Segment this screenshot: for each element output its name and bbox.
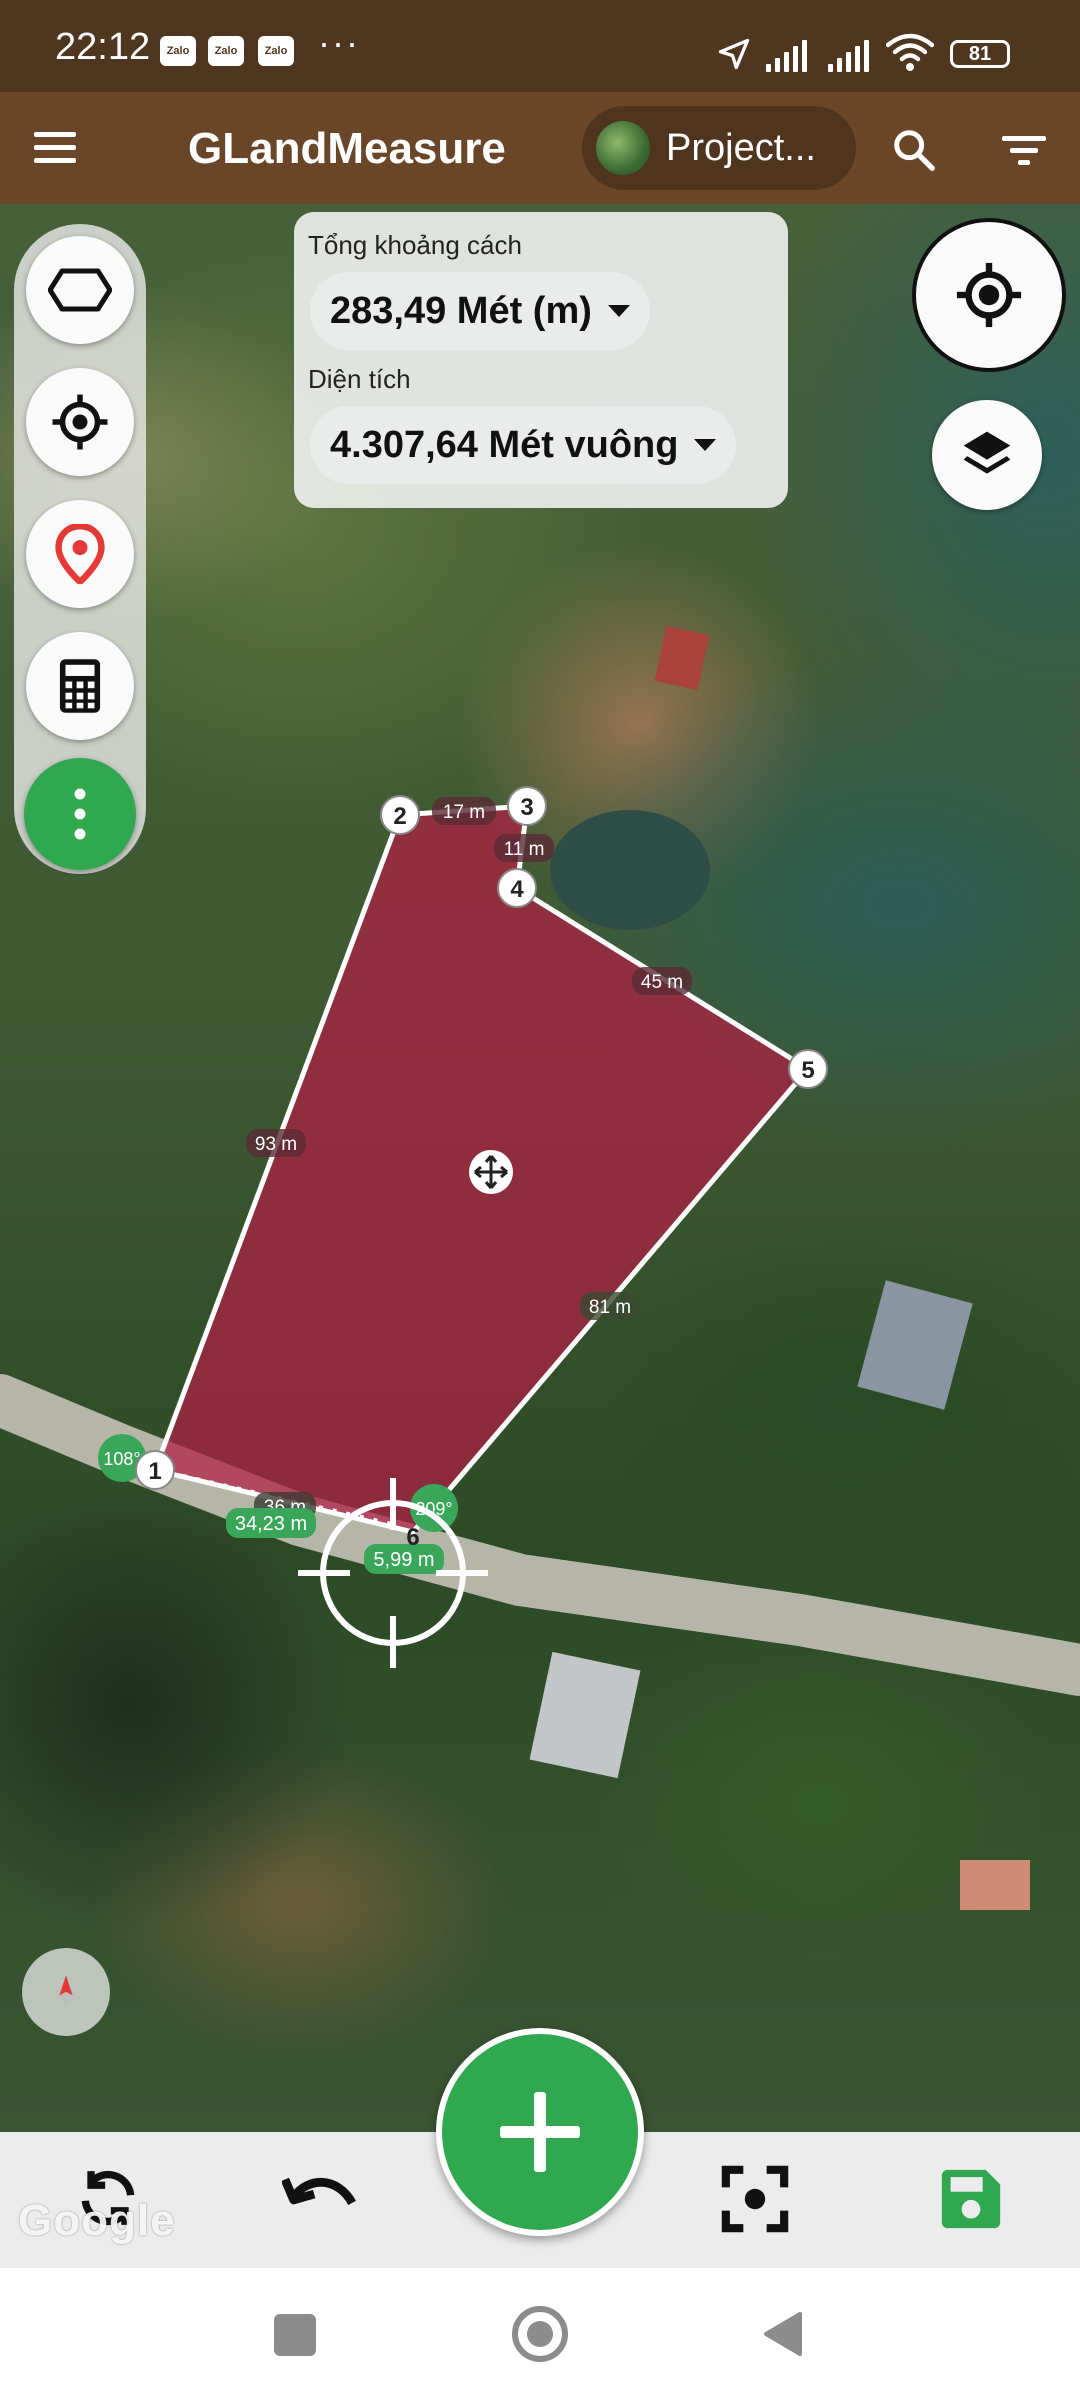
focus-icon[interactable]: [720, 2164, 790, 2234]
signal-icon: [766, 38, 816, 72]
project-thumbnail: [596, 121, 650, 175]
app-title: GLandMeasure: [188, 124, 506, 173]
home-button[interactable]: [512, 2306, 568, 2362]
pond: [550, 810, 710, 930]
calculator-button[interactable]: [26, 632, 134, 740]
area-label: Diện tích: [308, 364, 411, 394]
layers-icon: [963, 431, 1011, 474]
road: [0, 1374, 1080, 1696]
project-selector[interactable]: Project...: [582, 106, 856, 190]
system-navigation-bar: [0, 2268, 1080, 2400]
compass-button[interactable]: [22, 1948, 110, 2036]
vertex-marker[interactable]: 3: [520, 794, 533, 821]
locate-button[interactable]: [26, 368, 134, 476]
status-clock: 22:12: [55, 26, 151, 68]
edge-length-label: 17 m: [443, 802, 485, 823]
more-notifications-indicator: ···: [318, 22, 360, 63]
my-location-button[interactable]: [912, 218, 1066, 372]
edge-length-label: 11 m: [504, 839, 545, 860]
signal-icon: [828, 38, 878, 72]
chevron-down-icon: [607, 305, 630, 317]
cursor-distance-label: 5,99 m: [373, 1549, 434, 1571]
project-label: Project...: [666, 126, 816, 169]
building: [857, 1280, 973, 1410]
edge-length-label: 81 m: [589, 1297, 631, 1318]
vertex-marker[interactable]: 4: [510, 876, 524, 903]
crosshair-icon: [52, 394, 108, 450]
zalo-notification-icon: Zalo: [208, 36, 244, 66]
vertex-marker[interactable]: 2: [393, 803, 406, 830]
add-icon: [500, 2092, 580, 2172]
vertex-marker[interactable]: 1: [148, 1458, 161, 1485]
zalo-notification-icon: Zalo: [160, 36, 196, 66]
recents-button[interactable]: [274, 2314, 316, 2356]
area-value: 4.307,64 Mét vuông: [330, 423, 679, 466]
polygon-icon: [48, 268, 112, 312]
measurement-summary-card: Tổng khoảng cách 283,49 Mét (m) Diện tíc…: [294, 212, 788, 508]
status-bar: 22:12 Zalo Zalo Zalo ··· 81: [0, 0, 1080, 92]
add-marker-button[interactable]: [26, 500, 134, 608]
more-options-button[interactable]: [24, 758, 136, 870]
total-distance-value: 283,49 Mét (m): [330, 289, 592, 332]
gps-icon: [956, 262, 1022, 328]
building: [529, 1651, 641, 1779]
google-attribution: Google: [18, 2196, 176, 2245]
app-bar: GLandMeasure Project...: [0, 92, 1080, 204]
map-layers-button[interactable]: [932, 400, 1042, 510]
more-vertical-icon: [74, 788, 86, 840]
area-unit-dropdown[interactable]: 4.307,64 Mét vuông: [310, 406, 737, 484]
add-point-button[interactable]: [436, 2028, 644, 2236]
wifi-icon: [886, 33, 934, 71]
chevron-down-icon: [694, 439, 717, 451]
menu-icon[interactable]: [32, 128, 78, 168]
vertex-marker[interactable]: 6: [406, 1524, 419, 1551]
building: [654, 626, 710, 690]
calculator-icon: [59, 659, 101, 713]
location-arrow-icon: [718, 38, 750, 70]
save-icon[interactable]: [936, 2164, 1006, 2234]
search-icon[interactable]: [890, 126, 936, 172]
zalo-notification-icon: Zalo: [258, 36, 294, 66]
move-handle-icon[interactable]: [469, 1150, 513, 1194]
vertex-marker[interactable]: 5: [801, 1057, 814, 1084]
back-button[interactable]: [760, 2310, 804, 2358]
map-tools-panel: [14, 224, 146, 874]
location-pin-icon: [55, 524, 105, 584]
compass-icon: [59, 1975, 73, 2009]
filter-icon[interactable]: [1000, 130, 1048, 170]
edge-length-label: 93 m: [255, 1134, 297, 1155]
total-distance-label: Tổng khoảng cách: [308, 230, 522, 260]
undo-icon[interactable]: [282, 2166, 358, 2228]
distance-unit-dropdown[interactable]: 283,49 Mét (m): [310, 272, 650, 350]
edge-length-label: 45 m: [641, 972, 683, 993]
cursor-distance-label: 34,23 m: [235, 1513, 307, 1535]
draw-polygon-button[interactable]: [26, 236, 134, 344]
building: [960, 1860, 1030, 1910]
battery-indicator: 81: [950, 40, 1010, 68]
angle-label: 108°: [103, 1449, 140, 1469]
